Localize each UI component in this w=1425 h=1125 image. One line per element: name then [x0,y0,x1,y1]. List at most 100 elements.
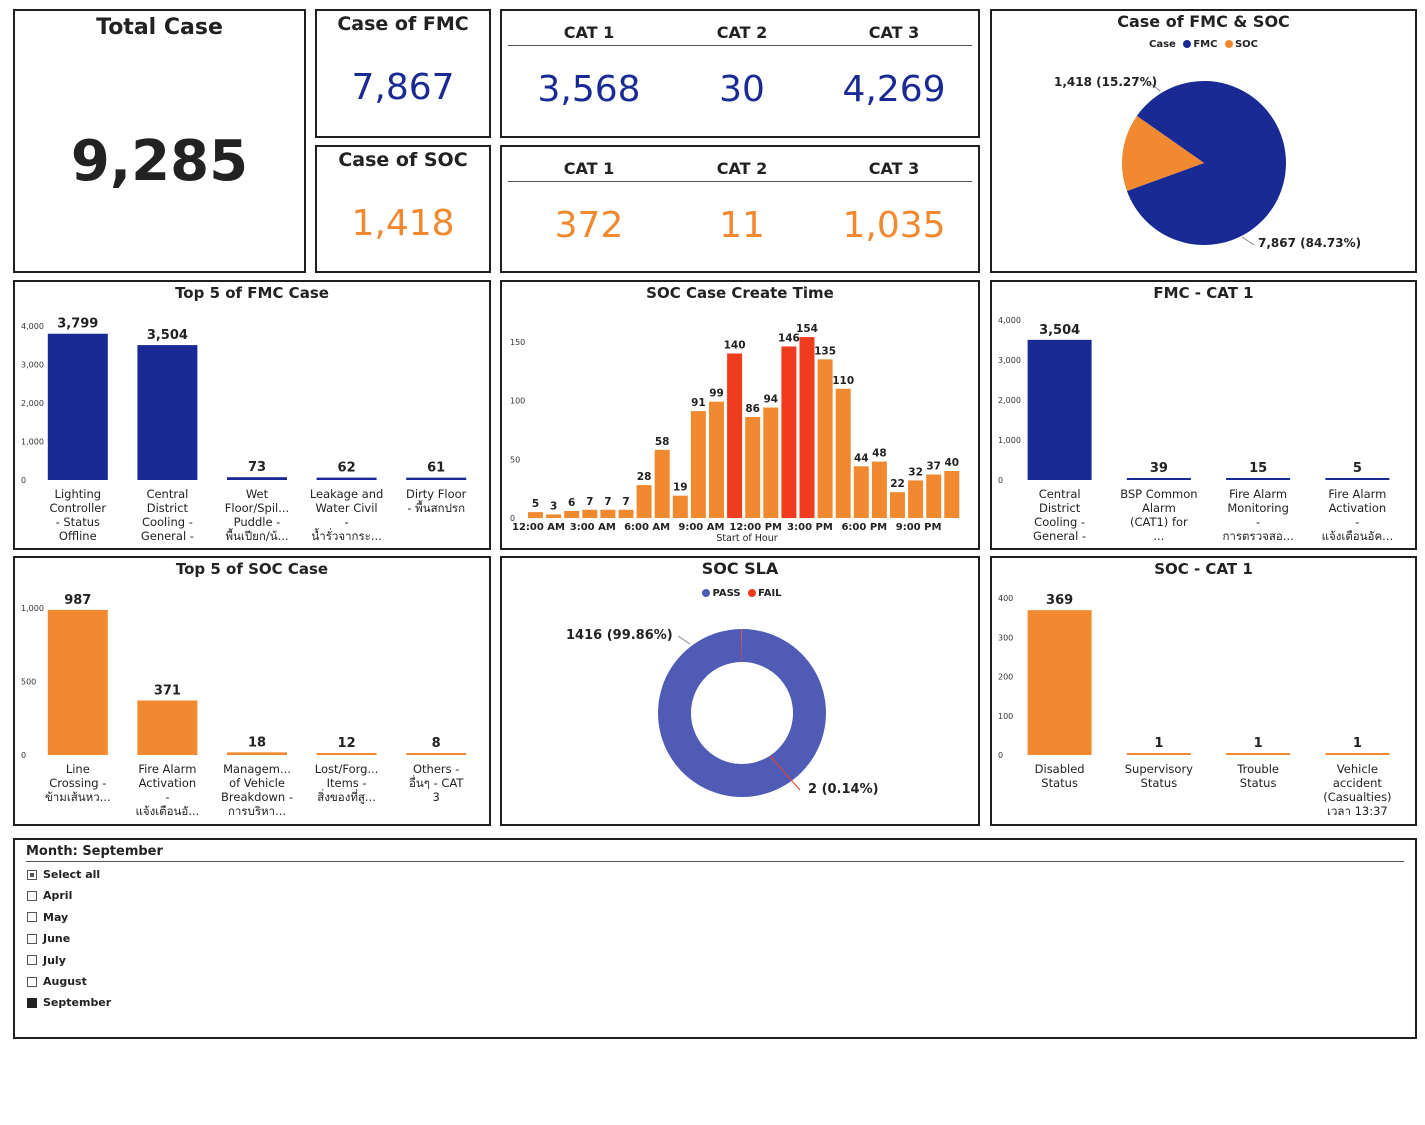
slicer-item[interactable]: Select all [27,868,100,881]
fmc-cat-divider [508,45,972,46]
category-label: Vehicle accident (Casualties)เวลา 13:37 [1323,762,1391,818]
slicer-checkbox[interactable] [27,933,37,944]
bar-value-label: 32 [908,466,923,478]
chart-title: SOC - CAT 1 [1154,560,1253,578]
fmc-case-title: Case of FMC [337,13,469,35]
pie-label-fmc: 7,867 (84.73%) [1258,236,1362,250]
bar [636,485,652,518]
fmc-soc-pie-chart[interactable] [992,11,1415,271]
month-slicer[interactable]: Month: September Select all April May June J… [13,838,1417,1039]
slicer-item-label: May [43,910,69,924]
pie-leader-fmc [1241,236,1255,246]
slicer-item[interactable]: April [27,889,72,902]
fmc-cat1-label: CAT 1 [563,23,615,42]
y-tick-label: 2,000 [998,396,1021,405]
x-tick-label: 9:00 PM [896,522,942,533]
soc-case-card[interactable]: Case of SOC 1,418 [315,145,491,273]
category-label: Central District Cooling -General - [141,487,194,543]
bar [1325,753,1390,755]
slicer-title: Month: September [26,844,163,859]
top5-soc-card[interactable]: Top 5 of SOC Case 0 500 1,000 987 Line Crossin… [13,556,491,826]
slicer-checkbox[interactable] [27,890,37,901]
bar [944,471,960,518]
fmc-soc-pie-card[interactable]: Case of FMC & SOC Case FMC SOC 1,418 (15… [990,9,1417,273]
bar-value-label: 5 [532,498,539,510]
soc-sla-donut-chart[interactable] [502,558,978,824]
category-label: Others -อื่นๆ - CAT 3 [409,762,465,804]
bar-value-label: 40 [944,457,959,469]
slicer-item[interactable]: May [27,911,68,924]
bar [1027,610,1092,755]
soc-cat1-card[interactable]: SOC - CAT 1 0 100 200 300 400 369 Disabled Statu… [990,556,1417,826]
y-tick-label: 0 [21,751,26,760]
soc-create-time-chart[interactable]: SOC Case Create Time0501001505 3 6 7 7 728581… [502,282,978,548]
bar-value-label: 15 [1249,461,1267,476]
slicer-item[interactable]: June [27,932,70,945]
top5-fmc-card[interactable]: Top 5 of FMC Case 0 1,000 2,000 3,000 4,000 3,… [13,280,491,550]
y-tick-label: 500 [21,678,36,687]
slicer-item-label: August [43,975,87,988]
soc-cat1-chart[interactable]: SOC - CAT 1 0 100 200 300 400 369 Disabled Statu… [992,558,1415,824]
bar [781,346,797,518]
slicer-item[interactable]: July [27,954,66,967]
fmc-case-value: 7,867 [351,67,455,108]
y-tick-label: 2,000 [21,399,44,408]
bar [137,345,198,480]
slicer-item-label: April [43,889,73,903]
bar [1126,753,1191,755]
bar-value-label: 48 [872,448,887,460]
soc-sla-card[interactable]: SOC SLA PASS FAIL 1416 (99.86%) 2 (0.14%… [500,556,980,826]
slicer-item-label: July [43,953,66,967]
y-tick-label: 50 [510,455,520,464]
bar-value-label: 28 [637,471,652,483]
bar [763,407,779,518]
bar-value-label: 8 [432,736,441,751]
soc-create-time-card[interactable]: SOC Case Create Time 0 50 100 150 5 3 6 7 7 7 28 58 1… [500,280,980,550]
bar-value-label: 18 [248,735,266,750]
slicer-checkbox[interactable] [27,976,37,987]
bar [727,353,743,518]
top5-soc-chart[interactable]: Top 5 of SOC Case 0 500 1,000 987 Line Crossin… [15,558,489,824]
bar [137,700,198,755]
x-tick-label: 12:00 AM [512,522,565,533]
soc-cat1-label: CAT 1 [563,159,615,178]
bar [654,449,670,518]
total-case-value: 9,285 [70,129,249,194]
soc-cat-card[interactable]: CAT 1 CAT 2 CAT 3 372 11 1,035 [500,145,980,273]
soc-cat3-value: 1,035 [842,205,946,246]
x-tick-label: 12:00 PM [729,522,782,533]
bar-value-label: 154 [796,323,818,335]
slicer-checkbox[interactable] [27,912,37,923]
soc-case-value: 1,418 [351,203,455,244]
bar [1226,753,1291,755]
slicer-checkbox[interactable] [27,955,37,966]
total-case-card[interactable]: Total Case 9,285 [13,9,306,273]
fmc-case-card[interactable]: Case of FMC 7,867 [315,9,491,138]
slicer-item-label: June [43,932,71,946]
fmc-cat-card[interactable]: CAT 1 CAT 2 CAT 3 3,568 30 4,269 [500,9,980,138]
slicer-item[interactable]: August [27,975,87,988]
top5-fmc-chart[interactable]: Top 5 of FMC Case 0 1,000 2,000 3,000 4,000 3,… [15,282,489,548]
soc-cat2-value: 11 [719,205,765,246]
bar [406,753,467,755]
chart-title: FMC - CAT 1 [1153,284,1253,302]
fmc-cat1-card[interactable]: FMC - CAT 1 0 1,000 2,000 3,000 4,000 3,504 Cen… [990,280,1417,550]
slicer-item[interactable]: September [27,996,111,1009]
bar-value-label: 7 [622,496,629,508]
bar-value-label: 1 [1154,736,1163,751]
category-label: Central District Cooling -General - [1033,487,1086,543]
bar [908,480,924,518]
y-tick-label: 3,000 [998,356,1021,365]
soc-case-title: Case of SOC [338,149,468,171]
category-label: Wet Floor/Spil... Puddle -พื้นเปียก/น้... [225,487,289,543]
slicer-checkbox[interactable] [27,997,37,1008]
bar-value-label: 369 [1046,593,1073,608]
category-label: Lost/Forg... Items -สิ่งของที่สู... [315,762,379,804]
bar-value-label: 39 [1150,461,1168,476]
fmc-cat1-chart[interactable]: FMC - CAT 1 0 1,000 2,000 3,000 4,000 3,504 Cen… [992,282,1415,548]
bar-value-label: 7 [604,496,611,508]
slicer-checkbox[interactable] [27,869,37,880]
bar-value-label: 94 [763,394,778,406]
bar-value-label: 987 [64,593,91,608]
y-tick-label: 3,000 [21,361,44,370]
